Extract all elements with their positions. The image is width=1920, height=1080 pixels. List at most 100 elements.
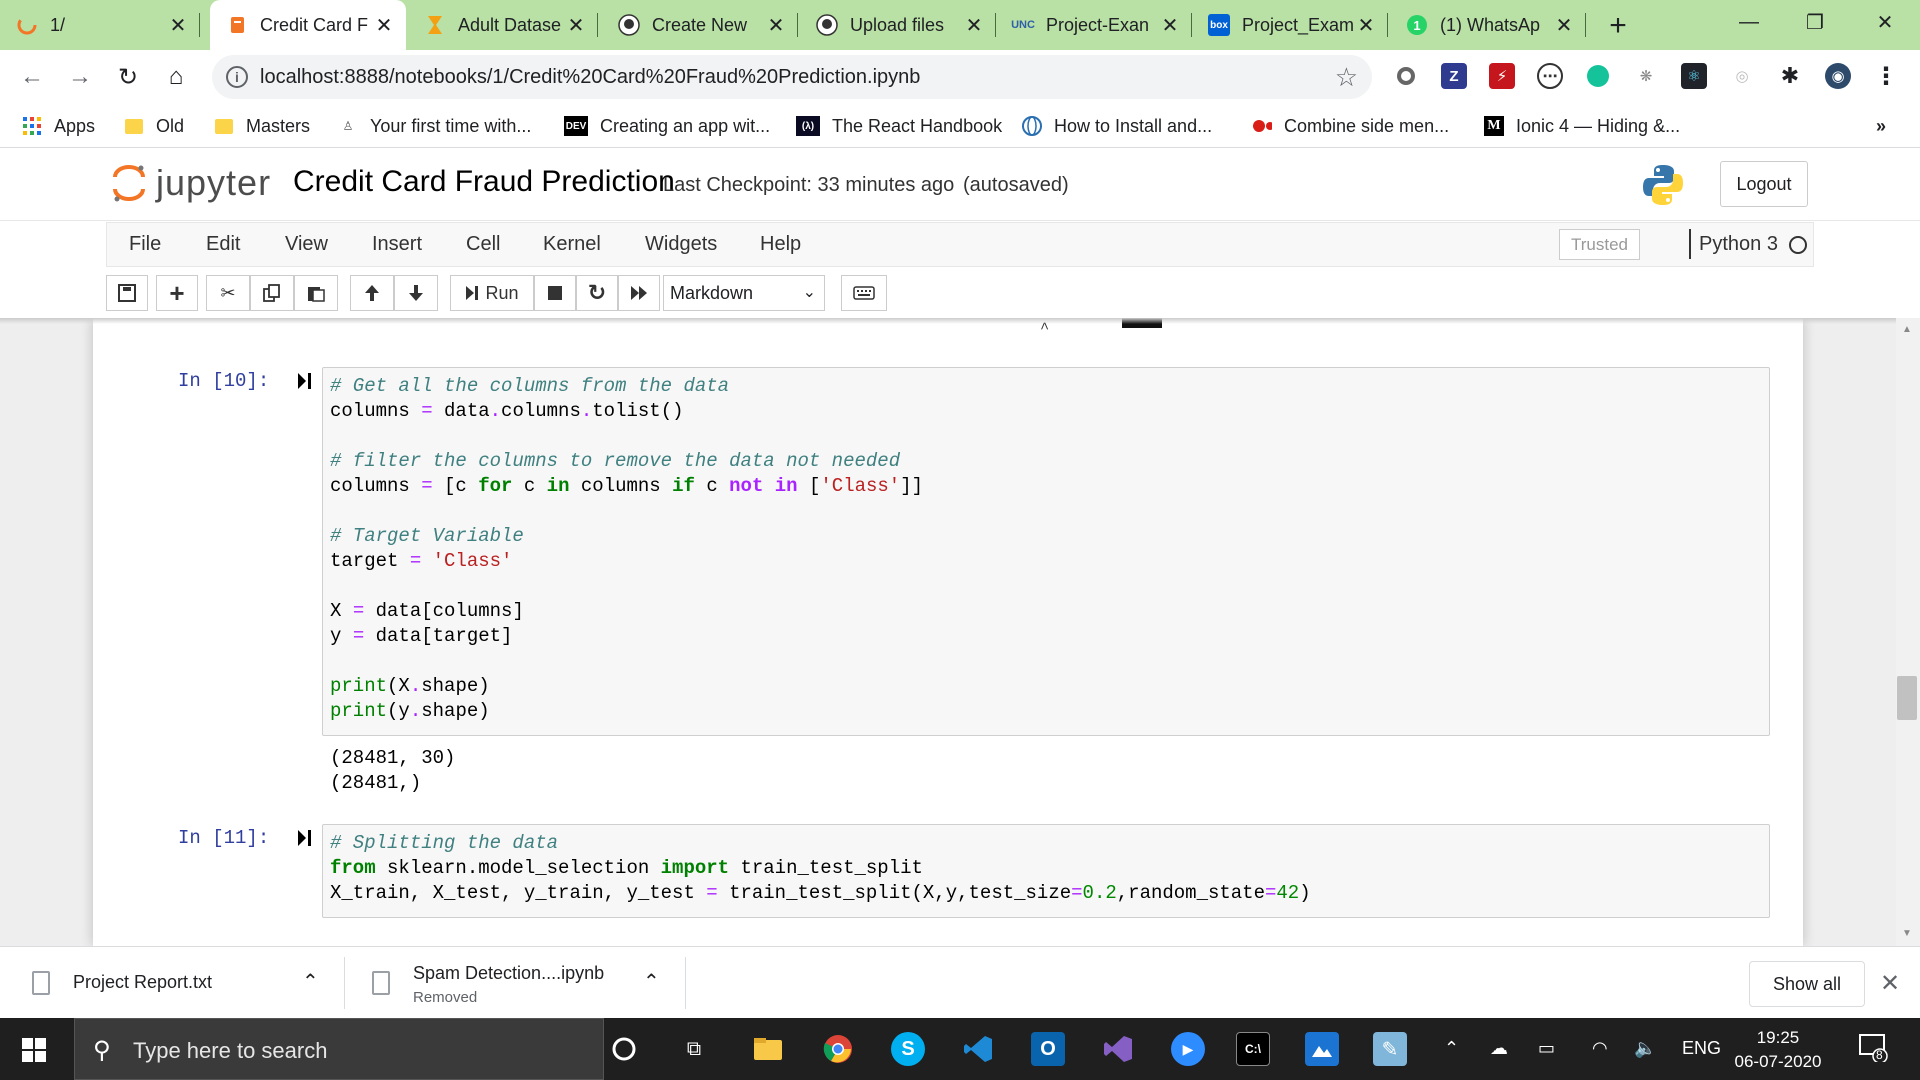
zoom-icon[interactable]: ▶ — [1171, 1032, 1205, 1066]
code-cell-source[interactable]: # Splitting the data from sklearn.model_… — [323, 825, 1769, 912]
chrome-icon[interactable] — [821, 1032, 855, 1066]
tab-whatsapp[interactable]: 1 (1) WhatsAp ✕ — [1390, 0, 1586, 50]
extension-circle-icon[interactable] — [1393, 63, 1419, 89]
disabled-extension-icon[interactable]: ◎ — [1729, 63, 1755, 89]
browser-menu-icon[interactable]: ⋮ — [1873, 63, 1899, 90]
interrupt-kernel-icon[interactable] — [534, 275, 576, 311]
extensions-puzzle-icon[interactable]: ✱ — [1777, 63, 1803, 89]
close-window-button[interactable]: ✕ — [1852, 0, 1918, 44]
notepad-icon[interactable]: ✎ — [1373, 1032, 1407, 1066]
menu-kernel[interactable]: Kernel — [543, 233, 601, 256]
tab-project-exam-2[interactable]: box Project_Exam ✕ — [1192, 0, 1388, 50]
bookmark-combine-side[interactable]: Combine side men... — [1252, 112, 1449, 140]
scrollbar-thumb[interactable] — [1897, 676, 1917, 720]
code-extension-icon[interactable]: ⋯ — [1537, 63, 1563, 89]
windows-start-icon[interactable] — [22, 1038, 46, 1062]
code-cell-input[interactable]: # Get all the columns from the data colu… — [322, 367, 1770, 736]
chevron-up-icon[interactable]: ⌃ — [302, 969, 319, 994]
insert-cell-icon[interactable]: + — [156, 275, 198, 311]
run-cell-icon[interactable] — [297, 371, 315, 391]
move-down-icon[interactable] — [394, 275, 438, 311]
react-devtools-icon[interactable]: ⚛ — [1681, 63, 1707, 89]
pdf-extension-icon[interactable]: ⚡ — [1489, 63, 1515, 89]
restore-button[interactable]: ❐ — [1782, 0, 1848, 44]
task-view-icon[interactable]: ⧉ — [677, 1032, 711, 1066]
trusted-indicator[interactable]: Trusted — [1559, 229, 1640, 260]
close-tab-icon[interactable]: ✕ — [764, 13, 788, 37]
home-icon[interactable]: ⌂ — [162, 63, 190, 91]
taskbar-search-box[interactable]: ⚲ Type here to search — [74, 1018, 604, 1080]
vscode-icon[interactable] — [961, 1032, 995, 1066]
menu-view[interactable]: View — [285, 233, 328, 256]
address-url[interactable]: localhost:8888/notebooks/1/Credit%20Card… — [260, 66, 920, 89]
move-up-icon[interactable] — [350, 275, 394, 311]
wifi-icon[interactable]: ◠ — [1592, 1038, 1608, 1059]
reload-icon[interactable]: ↻ — [114, 63, 142, 91]
battery-icon[interactable]: ▭ — [1538, 1038, 1555, 1059]
minimize-button[interactable]: — — [1716, 0, 1782, 44]
tab-adult-dataset[interactable]: Adult Datase ✕ — [408, 0, 598, 50]
restart-kernel-icon[interactable]: ↻ — [576, 275, 618, 311]
language-indicator[interactable]: ENG — [1682, 1038, 1721, 1059]
bookmark-apps[interactable]: Apps — [22, 112, 95, 140]
paste-icon[interactable] — [294, 275, 338, 311]
site-info-icon[interactable]: i — [226, 66, 248, 88]
cell-type-select[interactable]: Markdown ⌄ — [663, 275, 825, 311]
menu-insert[interactable]: Insert — [372, 233, 422, 256]
back-icon[interactable]: ← — [18, 63, 46, 91]
logout-button[interactable]: Logout — [1720, 161, 1808, 207]
bookmark-first-time[interactable]: ♙ Your first time with... — [338, 112, 532, 140]
copy-icon[interactable] — [250, 275, 294, 311]
chevron-up-icon[interactable]: ⌃ — [1444, 1038, 1459, 1059]
notebook-scrollbar[interactable]: ▲ ▼ — [1896, 318, 1920, 946]
close-tab-icon[interactable]: ✕ — [1354, 13, 1378, 37]
code-cell-source[interactable]: # Get all the columns from the data colu… — [323, 368, 1769, 730]
bookmarks-overflow[interactable]: » — [1876, 112, 1886, 140]
run-button[interactable]: Run — [450, 275, 534, 311]
volume-icon[interactable]: 🔈 — [1634, 1038, 1656, 1059]
keyboard-shortcuts-icon[interactable] — [841, 275, 887, 311]
bookmark-masters[interactable]: Masters — [214, 112, 310, 140]
notebook-title[interactable]: Credit Card Fraud Prediction — [293, 165, 675, 199]
close-tab-icon[interactable]: ✕ — [962, 13, 986, 37]
close-tab-icon[interactable]: ✕ — [1158, 13, 1182, 37]
bookmark-how-to-install[interactable]: How to Install and... — [1022, 112, 1212, 140]
forward-icon[interactable]: → — [66, 63, 94, 91]
new-tab-button[interactable]: + — [1600, 8, 1636, 44]
zotero-extension-icon[interactable]: Z — [1441, 63, 1467, 89]
jupyter-logo[interactable]: jupyter — [112, 161, 271, 205]
terminal-icon[interactable]: C:\ — [1236, 1032, 1270, 1066]
menu-help[interactable]: Help — [760, 233, 801, 256]
grey-extension-icon[interactable]: ❋ — [1633, 63, 1659, 89]
tab-upload-files[interactable]: Upload files ✕ — [800, 0, 996, 50]
visual-studio-icon[interactable] — [1101, 1032, 1135, 1066]
bookmark-react-handbook[interactable]: (λ) The React Handbook — [796, 112, 1002, 140]
download-item[interactable]: Project Report.txt ⌃ — [0, 947, 344, 1019]
skype-icon[interactable]: S — [891, 1032, 925, 1066]
menu-widgets[interactable]: Widgets — [645, 233, 717, 256]
notification-center-icon[interactable]: 8 — [1858, 1032, 1888, 1066]
outlook-icon[interactable]: O — [1031, 1032, 1065, 1066]
show-all-downloads-button[interactable]: Show all — [1749, 961, 1865, 1007]
cortana-icon[interactable] — [607, 1032, 641, 1066]
close-tab-icon[interactable]: ✕ — [372, 13, 396, 37]
system-clock[interactable]: 19:25 06-07-2020 — [1730, 1026, 1826, 1074]
bookmark-creating-app[interactable]: DEV Creating an app wit... — [564, 112, 770, 140]
menu-cell[interactable]: Cell — [466, 233, 500, 256]
chevron-up-icon[interactable]: ⌃ — [643, 969, 660, 994]
tab-project-exam-1[interactable]: UNC Project-Exan ✕ — [996, 0, 1192, 50]
cut-icon[interactable]: ✂ — [206, 275, 250, 311]
menu-file[interactable]: File — [129, 233, 161, 256]
scroll-down-icon[interactable]: ▼ — [1902, 928, 1912, 939]
address-bar[interactable]: i localhost:8888/notebooks/1/Credit%20Ca… — [212, 55, 1372, 99]
close-tab-icon[interactable]: ✕ — [166, 13, 190, 37]
restart-run-all-icon[interactable] — [618, 275, 660, 311]
file-explorer-icon[interactable] — [751, 1032, 785, 1066]
tab-create-new[interactable]: Create New ✕ — [602, 0, 798, 50]
scroll-up-icon[interactable]: ▲ — [1902, 324, 1912, 335]
photos-icon[interactable] — [1305, 1032, 1339, 1066]
tab-1[interactable]: 1/ ✕ — [0, 0, 200, 50]
download-item[interactable]: Spam Detection....ipynb Removed ⌃ — [345, 947, 685, 1019]
close-tab-icon[interactable]: ✕ — [564, 13, 588, 37]
onedrive-icon[interactable]: ☁ — [1490, 1038, 1508, 1059]
